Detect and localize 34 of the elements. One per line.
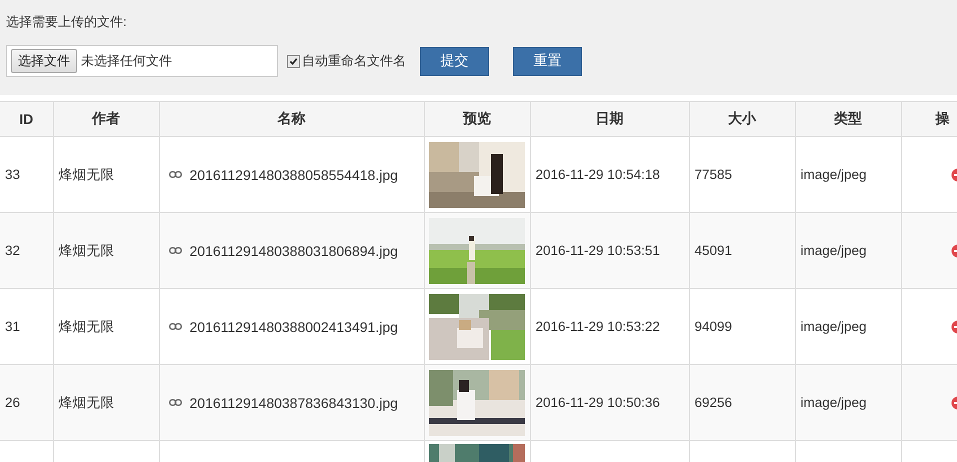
table-cell: image/jpeg xyxy=(795,212,901,288)
link-icon xyxy=(168,323,182,330)
file-name-link[interactable]: 201611291480388002413491.jpg xyxy=(190,318,398,334)
link-icon xyxy=(168,247,182,254)
column-header: 操 xyxy=(901,102,957,136)
column-header: 预览 xyxy=(424,102,530,136)
column-header: 类型 xyxy=(795,102,901,136)
file-name-link[interactable]: 201611291480387836843130.jpg xyxy=(190,394,398,410)
upload-prompt: 选择需要上传的文件: xyxy=(6,13,127,31)
checkbox-label: 自动重命名文件名 xyxy=(302,52,406,70)
column-header: 作者 xyxy=(53,102,159,136)
column-header: 日期 xyxy=(530,102,689,136)
table-cell: 烽烟无限 xyxy=(53,212,159,288)
file-status: 未选择任何文件 xyxy=(81,52,172,70)
file-input[interactable]: 选择文件 未选择任何文件 xyxy=(6,45,278,77)
choose-file-button[interactable]: 选择文件 xyxy=(11,49,77,73)
table-cell: 烽烟无限 xyxy=(53,364,159,440)
table-cell: 69256 xyxy=(689,364,795,440)
column-header: 大小 xyxy=(689,102,795,136)
table-cell: 45091 xyxy=(689,212,795,288)
column-header: ID xyxy=(0,102,53,136)
checkbox[interactable] xyxy=(287,54,300,68)
table-cell: image/jpeg xyxy=(795,364,901,440)
column-header: 名称 xyxy=(159,102,424,136)
reset-button[interactable]: 重置 xyxy=(513,46,582,76)
table-cell: 26 xyxy=(0,364,53,440)
link-icon xyxy=(168,171,182,178)
link-icon xyxy=(168,399,182,406)
table-cell: 2016-11-29 10:50:36 xyxy=(530,364,689,440)
file-name-link[interactable]: 201611291480388058554418.jpg xyxy=(190,166,398,182)
submit-button[interactable]: 提交 xyxy=(420,46,489,76)
table-cell: 32 xyxy=(0,212,53,288)
file-name-link[interactable]: 201611291480388031806894.jpg xyxy=(190,242,398,258)
table-cell: 2016-11-29 10:53:51 xyxy=(530,212,689,288)
